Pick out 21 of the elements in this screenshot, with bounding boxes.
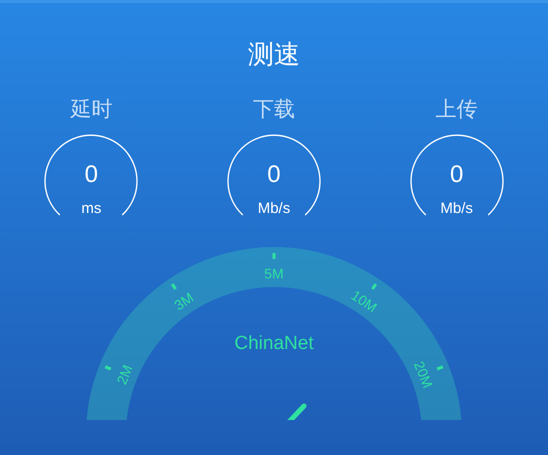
page-title: 测速: [248, 39, 300, 72]
metric-value: 0: [448, 161, 464, 189]
metric-label: 下载: [252, 96, 295, 123]
tick-label: 5M: [264, 266, 284, 282]
tick-mark: [170, 283, 177, 290]
metric-label: 延时: [70, 96, 112, 123]
tick-mark: [104, 365, 112, 370]
metric-unit: Mb/s: [439, 200, 474, 218]
tick-mark: [371, 283, 378, 290]
network-name: ChinaNet: [234, 333, 314, 354]
metric-value: 0: [84, 161, 99, 189]
tick-mark: [272, 253, 276, 259]
tick-label: 3M: [171, 289, 196, 314]
metric-unit: ms: [80, 200, 102, 218]
tick-label: 20M: [411, 358, 436, 390]
metric-value: 0: [266, 161, 282, 189]
tick-label: 10M: [348, 287, 380, 316]
metric-unit: Mb/s: [256, 200, 292, 218]
tick-label: 2M: [113, 362, 136, 387]
metric-label: 上传: [436, 96, 478, 123]
tick-mark: [436, 365, 444, 370]
